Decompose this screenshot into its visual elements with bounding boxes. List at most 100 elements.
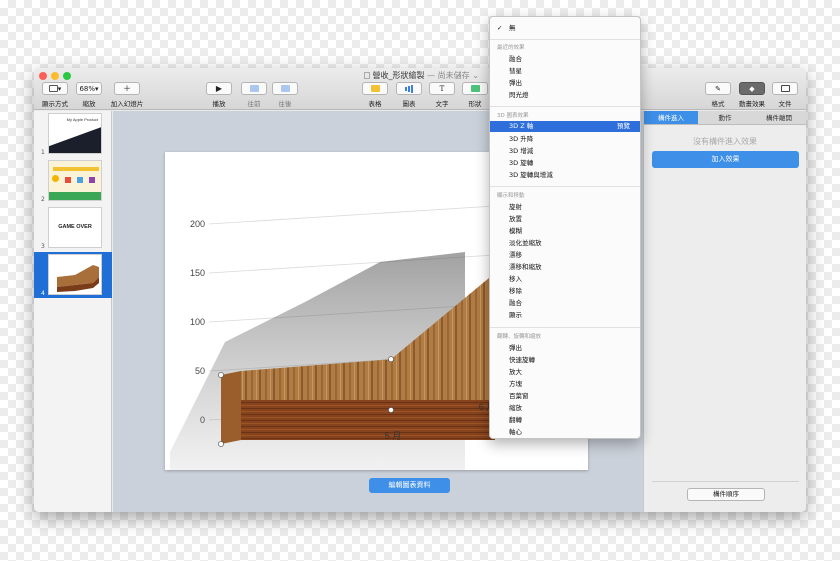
view-menu[interactable]: ▾ 顯示方式 (39, 82, 71, 108)
menu-item-appear-8[interactable]: 移除 (490, 286, 640, 297)
edit-chart-data-button[interactable]: 編輯圖表資料 (369, 478, 450, 493)
menu-item-appear-9[interactable]: 融合 (490, 298, 640, 309)
animate-icon: ◆ (739, 82, 765, 95)
game-sprite (65, 177, 71, 183)
shape-label: 形狀 (468, 100, 482, 108)
wood-base-slab (241, 400, 495, 440)
add-effect-button[interactable]: 加入效果 (652, 151, 799, 168)
slide-number: 2 (41, 196, 45, 203)
close-window-button[interactable] (39, 72, 47, 80)
insert-table-button[interactable]: 表格 (362, 82, 388, 108)
menu-separator (490, 327, 640, 328)
slide-preview: GAME OVER (48, 207, 102, 248)
menu-item-recent-1[interactable]: 融合 (490, 54, 640, 65)
selection-handle (388, 407, 394, 413)
menu-item-flip-6[interactable]: 縮放 (490, 403, 640, 414)
slide-number: 4 (41, 290, 45, 297)
build-order-button[interactable]: 構件順序 (687, 488, 765, 501)
menu-item-flip-5[interactable]: 百葉窗 (490, 391, 640, 402)
y-tick-label: 100 (190, 317, 205, 327)
y-tick-label: 150 (190, 268, 205, 278)
menu-item-3d-4[interactable]: 3D 旋轉 (490, 158, 640, 169)
menu-item-appear-3[interactable]: 模糊 (490, 226, 640, 237)
menu-section-appear: 顯示和移動 (497, 193, 525, 199)
menu-item-label: 3D Z 軸 (509, 122, 534, 130)
zoom-value: 68% (79, 84, 96, 93)
animate-label: 動畫效果 (739, 100, 765, 108)
inspector-tabs: 構件進入 動作 構件離開 (644, 111, 806, 125)
minimize-window-button[interactable] (51, 72, 59, 80)
y-tick-label: 200 (190, 219, 205, 229)
menu-item-3d-2[interactable]: 3D 升降 (490, 134, 640, 145)
menu-item-3d-5[interactable]: 3D 旋轉與增減 (490, 170, 640, 181)
gridline (208, 205, 496, 225)
insert-text-button[interactable]: T 文字 (429, 82, 455, 108)
play-label: 播放 (212, 100, 226, 108)
selection-handle (218, 441, 224, 447)
menu-item-recent-4[interactable]: 閃光燈 (490, 90, 640, 101)
menu-item-flip-4[interactable]: 方塊 (490, 379, 640, 390)
menu-item-appear-7[interactable]: 移入 (490, 274, 640, 285)
add-slide-label: 加入幻燈片 (110, 100, 144, 108)
game-sprite (52, 175, 59, 182)
view-label: 顯示方式 (42, 100, 68, 108)
slide-number: 1 (41, 149, 45, 156)
menu-item-3d-1[interactable]: 3D Z 軸 預覽 (490, 121, 640, 132)
menu-item-flip-1[interactable]: 彈出 (490, 343, 640, 354)
menu-item-appear-6[interactable]: 漂移和縮放 (490, 262, 640, 273)
document-name: 營收_形狀繪製 (372, 71, 425, 80)
menu-item-appear-10[interactable]: 顯示 (490, 310, 640, 321)
table-icon (362, 82, 388, 95)
menu-item-recent-2[interactable]: 彗星 (490, 66, 640, 77)
text-icon: T (429, 82, 455, 95)
bar-shape (408, 85, 410, 92)
menu-item-appear-1[interactable]: 旋射 (490, 202, 640, 213)
animate-inspector: 構件進入 動作 構件離開 沒有構件進入效果 加入效果 構件順序 (643, 111, 806, 512)
document-button[interactable]: 文件 (772, 82, 798, 108)
slide-thumbnail-4[interactable]: 4 (34, 252, 112, 298)
layer-shape (280, 85, 290, 92)
shape-square (470, 85, 480, 92)
tab-action[interactable]: 動作 (698, 111, 752, 124)
add-slide-button[interactable]: + 加入幻燈片 (109, 82, 145, 108)
empty-effects-text: 沒有構件進入效果 (693, 137, 757, 146)
chevron-down-icon[interactable]: ⌄ (472, 71, 479, 80)
menu-item-flip-2[interactable]: 快速旋轉 (490, 355, 640, 366)
game-title-bar (53, 167, 99, 171)
menu-item-recent-3[interactable]: 彈出 (490, 78, 640, 89)
menu-item-appear-4[interactable]: 淡化並縮放 (490, 238, 640, 249)
forward-label: 往前 (247, 100, 261, 108)
document-icon (364, 72, 370, 79)
slide-caption: My Apple Product (66, 117, 98, 122)
send-backward-button[interactable]: 往後 (272, 82, 298, 108)
menu-item-3d-3[interactable]: 3D 增減 (490, 146, 640, 157)
slide-thumbnail-1[interactable]: My Apple Product 1 (34, 111, 112, 157)
slide-thumbnail-2[interactable]: 2 (34, 158, 112, 204)
toolbar: 營收_形狀繪製 — 尚未儲存 ⌄ ▾ 顯示方式 68% ▾ 縮放 + 加入幻燈片 … (34, 68, 806, 110)
zoom-menu[interactable]: 68% ▾ 縮放 (76, 82, 102, 108)
animate-button[interactable]: ◆ 動畫效果 (737, 82, 767, 108)
menu-item-flip-7[interactable]: 翻轉 (490, 415, 640, 426)
tab-build-in[interactable]: 構件進入 (644, 111, 698, 124)
insert-chart-button[interactable]: 圖表 (396, 82, 422, 108)
menu-item-flip-8[interactable]: 軸心 (490, 427, 640, 438)
bring-forward-button[interactable]: 往前 (241, 82, 267, 108)
zoom-button: 68% ▾ (76, 82, 102, 95)
menu-item-none[interactable]: ✓ 無 (490, 23, 640, 34)
bar-shape (405, 86, 407, 91)
paintbrush-icon: ✎ (705, 82, 731, 95)
tab-build-out[interactable]: 構件離開 (752, 111, 806, 124)
play-button[interactable]: ▶ 播放 (206, 82, 232, 108)
insert-shape-button[interactable]: 形狀 (462, 82, 488, 108)
format-button[interactable]: ✎ 格式 (704, 82, 732, 108)
menu-item-appear-5[interactable]: 漂移 (490, 250, 640, 261)
slide-number: 3 (41, 243, 45, 250)
x-category-label: 5 月 (385, 431, 402, 441)
slide-thumbnail-3[interactable]: GAME OVER 3 (34, 205, 112, 251)
zoom-window-button[interactable] (63, 72, 71, 80)
preview-tag[interactable]: 預覽 (617, 121, 630, 132)
text-label: 文字 (435, 100, 449, 108)
wood-chart-preview (57, 265, 99, 292)
menu-item-appear-2[interactable]: 放置 (490, 214, 640, 225)
menu-item-flip-3[interactable]: 放大 (490, 367, 640, 378)
